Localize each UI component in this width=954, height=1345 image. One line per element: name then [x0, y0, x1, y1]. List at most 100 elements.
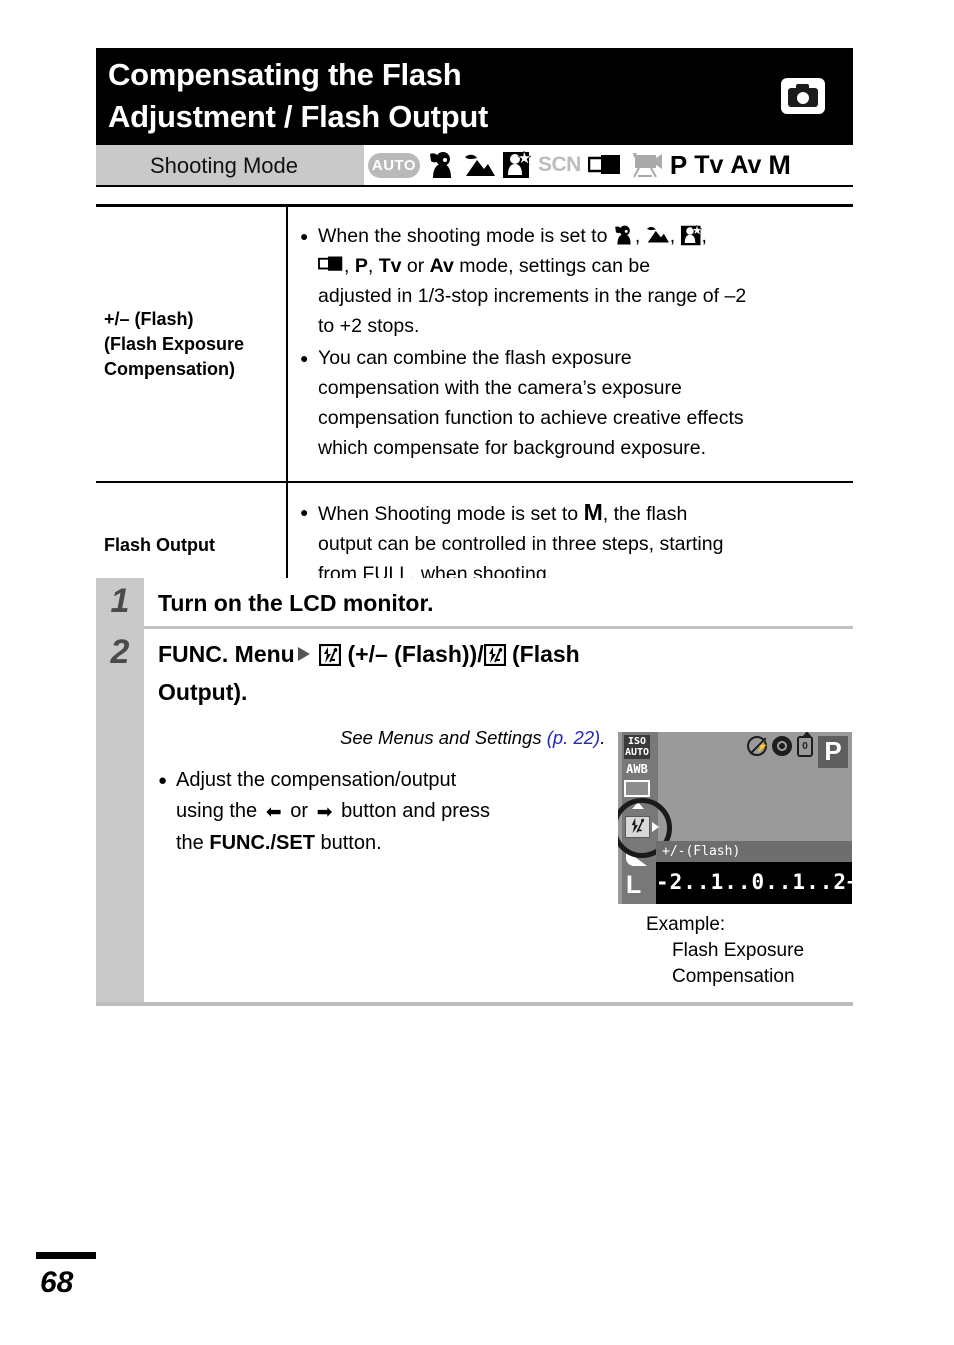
mode-landscape-icon	[646, 223, 670, 243]
shooting-mode-strip: Shooting Mode AUTO SCN P Tv Av M	[96, 145, 853, 187]
bullet-line-3: compensation function to achieve creativ…	[318, 407, 744, 429]
bullet-dot-icon: ●	[300, 228, 309, 244]
step-2-number: 2	[96, 629, 144, 865]
bullet-dot-icon: ●	[158, 772, 168, 789]
lcd-iso-item: ISO AUTO	[624, 735, 650, 759]
bullet-item: ● You can combine the flash exposure com…	[300, 343, 847, 463]
bullet-line-4: to +2 stops.	[318, 315, 420, 337]
mode-tv-icon: Tv	[378, 255, 402, 277]
page-header: Compensating the Flash Adjustment / Flas…	[96, 48, 853, 145]
lcd-image-size-value: L	[626, 871, 642, 899]
mode-movie-icon	[629, 152, 663, 178]
mode-stitch-assist-icon	[318, 252, 344, 271]
steps-bottom-divider	[96, 1002, 853, 1006]
bullet-seg-c: ,	[669, 225, 676, 247]
mode-p-icon: P	[669, 149, 688, 180]
shooting-mode-label: Shooting Mode	[150, 153, 298, 178]
table-row-term: +/– (Flash) (Flash Exposure Compensation…	[96, 207, 286, 481]
table-row-description: ● When the shooting mode is set to , , ,…	[286, 207, 853, 481]
step-1-body: Turn on the LCD monitor.	[144, 578, 853, 629]
step-2-title-a: FUNC. Menu	[158, 641, 295, 667]
bullet-seg-a: When Shooting mode is set to	[318, 503, 579, 525]
func-set-button-label: FUNC./SET	[209, 832, 315, 854]
see-reference-link[interactable]: (p. 22)	[547, 727, 600, 748]
step-1-title: Turn on the LCD monitor.	[158, 590, 434, 616]
step-2-title: FUNC. Menu (+/– (Flash))/ (Flash Output)…	[158, 637, 853, 709]
table-row: +/– (Flash) (Flash Exposure Compensation…	[96, 207, 853, 483]
mode-kids-and-pets-icon	[503, 149, 532, 179]
bullet-text: When Shooting mode is set to M, the flas…	[318, 497, 847, 589]
metering-icon	[772, 736, 792, 756]
bullet-seg-b: , the flash	[602, 503, 688, 525]
bullet-seg-a: When the shooting mode is set to	[318, 225, 608, 247]
see-reference-period: .	[600, 727, 606, 748]
lcd-setting-name: +/-(Flash)	[656, 841, 852, 862]
bullet-seg-e: ,	[344, 255, 350, 277]
flash-off-icon: ⚡	[747, 736, 769, 756]
footer-rule	[36, 1252, 96, 1259]
see-reference-text: See Menus and Settings	[340, 727, 542, 748]
mode-kids-and-pets-icon	[680, 224, 703, 246]
iso-icon: 0	[797, 732, 813, 757]
bullet-line-2: compensation with the camera’s exposure	[318, 377, 682, 399]
step-1: 1 Turn on the LCD monitor.	[96, 578, 853, 629]
manual-page: Compensating the Flash Adjustment / Flas…	[0, 0, 954, 1345]
mode-portrait-icon	[613, 224, 635, 246]
bullet-seg-d: ,	[701, 225, 707, 247]
mode-av-icon: Av	[730, 150, 762, 179]
bullet-item: ● When Shooting mode is set to M, the fl…	[300, 497, 847, 589]
term-line-3: Compensation)	[104, 358, 236, 379]
bullet-seg-b: ,	[634, 225, 641, 247]
specification-table: +/– (Flash) (Flash Exposure Compensation…	[96, 204, 853, 610]
adjust-line-2a: using the	[176, 800, 258, 822]
lcd-caption-line-2: Flash Exposure	[672, 940, 805, 961]
bullet-dot-icon: ●	[300, 350, 309, 366]
adjust-line-3b: button.	[320, 832, 382, 854]
mode-scn-icon: SCN	[538, 153, 581, 176]
lcd-photoeffect-item	[624, 780, 650, 797]
bullet-item: ● When the shooting mode is set to , , ,…	[300, 221, 847, 341]
adjust-or: or	[290, 800, 309, 822]
bullet-dot-icon: ●	[300, 504, 309, 520]
mode-p-icon: P	[354, 255, 368, 277]
term-line-1: +/– (Flash)	[104, 308, 194, 329]
lcd-awb-item: AWB	[626, 762, 648, 776]
adjust-line-1: Adjust the compensation/output	[176, 769, 457, 791]
flash-compensation-icon	[319, 641, 342, 675]
lcd-screen: ISO AUTO AWB L ⚡ 0 P +/-(Flash) -2..1..0…	[618, 732, 852, 904]
step-2-title-c: (Flash	[512, 641, 580, 667]
step-2-title-b: (+/– (Flash))/	[347, 641, 484, 667]
bullet-line-2: output can be controlled in three steps,…	[318, 533, 724, 555]
mode-m-icon: M	[583, 499, 603, 525]
shooting-mode-label-box: Shooting Mode	[96, 145, 364, 185]
right-arrow-icon: ➡	[316, 802, 333, 823]
step-2-title-d: Output).	[158, 679, 248, 705]
bullet-line-1: You can combine the flash exposure	[318, 347, 632, 369]
bullet-or: or	[406, 255, 425, 277]
bullet-line-3: adjusted in 1/3-stop increments in the r…	[318, 285, 747, 307]
camera-icon-lens	[797, 92, 809, 104]
bullet-text: When the shooting mode is set to , , , ,…	[318, 221, 847, 341]
page-title-line1: Compensating the Flash	[108, 57, 462, 92]
left-arrow-icon: ⬅	[265, 802, 282, 823]
shooting-mode-icon-list: AUTO SCN P Tv Av M	[368, 145, 791, 185]
lcd-caption-line-1: Example:	[646, 914, 726, 935]
mode-m-icon: M	[768, 149, 791, 180]
page-title: Compensating the Flash Adjustment / Flas…	[108, 54, 748, 138]
lcd-iso-value: AUTO	[624, 747, 650, 758]
lcd-status-icons: ⚡ 0 P	[747, 732, 848, 768]
mode-av-icon: Av	[429, 255, 454, 277]
lcd-mode-indicator: P	[818, 736, 848, 768]
adjust-instruction-text: Adjust the compensation/output using the…	[176, 765, 628, 859]
mode-tv-icon: Tv	[694, 150, 724, 179]
mode-portrait-icon	[427, 150, 457, 180]
mode-landscape-icon	[464, 152, 496, 178]
adjust-line-3a: the	[176, 832, 204, 854]
bullet-text: You can combine the flash exposure compe…	[318, 343, 847, 463]
camera-icon	[781, 78, 825, 114]
lcd-caption: Example: Flash Exposure Compensation	[618, 912, 852, 990]
mode-auto-icon: AUTO	[368, 152, 420, 178]
play-arrow-icon	[295, 638, 313, 672]
lcd-illustration: ISO AUTO AWB L ⚡ 0 P +/-(Flash) -2..1..0…	[618, 732, 852, 990]
bullet-line-4: which compensate for background exposure…	[318, 437, 707, 459]
